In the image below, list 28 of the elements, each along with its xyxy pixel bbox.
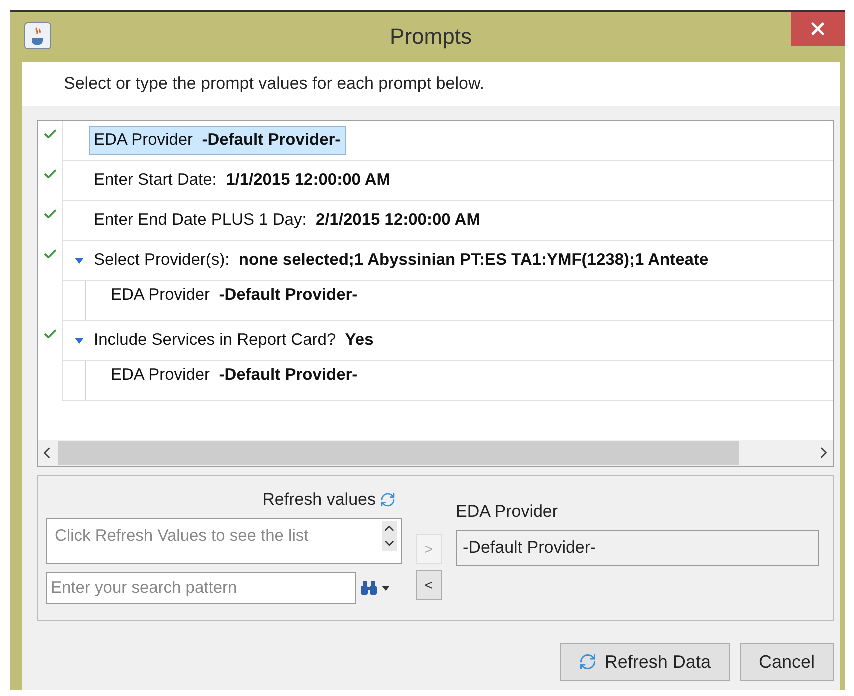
window-title: Prompts	[390, 24, 472, 50]
horizontal-scrollbar[interactable]	[38, 440, 833, 466]
search-field[interactable]: Enter your search pattern	[46, 572, 356, 604]
list-spinner[interactable]	[382, 521, 397, 551]
expand-arrow-icon[interactable]	[74, 258, 84, 264]
dropdown-caret-icon[interactable]	[382, 586, 390, 590]
prompt-item[interactable]: EDA Provider -Default Provider-	[89, 126, 346, 155]
prompt-item[interactable]: Enter End Date PLUS 1 Day: 2/1/2015 12:00:00 AM	[89, 206, 486, 235]
prompt-item[interactable]: Enter Start Date: 1/1/2015 12:00:00 AM	[89, 166, 396, 195]
selected-value-field[interactable]: -Default Provider-	[456, 530, 819, 566]
refresh-data-button[interactable]: Refresh Data	[560, 643, 730, 681]
binoculars-icon[interactable]	[360, 580, 378, 596]
close-button[interactable]	[791, 12, 845, 46]
refresh-icon	[578, 653, 597, 671]
remove-button[interactable]: <	[416, 570, 442, 600]
instruction-text: Select or type the prompt values for each prompt below.	[22, 62, 840, 106]
list-placeholder: Click Refresh Values to see the list	[55, 527, 309, 546]
prompt-item[interactable]: EDA Provider -Default Provider-	[106, 281, 363, 320]
prompt-item[interactable]: Select Provider(s): none selected;1 Abyssinian PT:ES TA1:YMF(1238);1 Anteate	[89, 246, 714, 275]
values-list[interactable]: Click Refresh Values to see the list	[46, 518, 402, 564]
prompt-item[interactable]: EDA Provider -Default Provider-	[106, 361, 363, 400]
app-icon	[24, 22, 52, 50]
selected-prompt-title: EDA Provider	[456, 502, 560, 522]
refresh-icon[interactable]	[380, 492, 396, 508]
cancel-button[interactable]: Cancel	[740, 643, 834, 681]
prompt-item[interactable]: Include Services in Report Card? Yes	[89, 326, 379, 355]
expand-arrow-icon[interactable]	[74, 338, 84, 344]
refresh-values-link[interactable]: Refresh values	[262, 490, 376, 510]
